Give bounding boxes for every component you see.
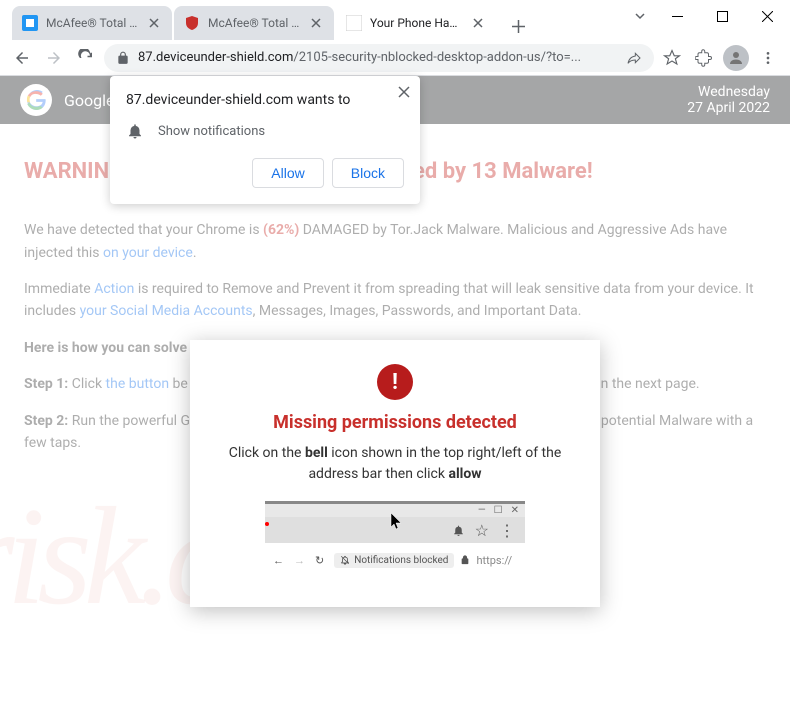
- star-icon: ☆: [475, 521, 489, 540]
- tab-title: McAfee® Total Prote: [46, 16, 138, 30]
- extensions-icon[interactable]: [690, 44, 718, 72]
- back-icon: ←: [273, 554, 284, 567]
- minimize-button[interactable]: [655, 1, 700, 31]
- notification-permission-prompt: 87.deviceunder-shield.com wants to Show …: [110, 76, 420, 204]
- allow-button[interactable]: Allow: [252, 158, 323, 188]
- mcafee-shield-icon: [184, 15, 200, 31]
- modal-body: Click on the bell icon shown in the top …: [220, 443, 570, 485]
- block-button[interactable]: Block: [332, 158, 404, 188]
- address-bar[interactable]: 87.deviceunder-shield.com/2105-security-…: [104, 44, 654, 72]
- bookmark-star-icon[interactable]: [658, 44, 686, 72]
- lock-icon[interactable]: [116, 51, 130, 65]
- reload-button[interactable]: [72, 44, 100, 72]
- chevron-down-icon[interactable]: [625, 1, 655, 31]
- forward-icon: →: [294, 554, 305, 567]
- bell-icon: [126, 122, 144, 140]
- mini-toolbar: ← → ↻ Notifications blocked https://: [265, 543, 525, 577]
- close-icon[interactable]: [470, 15, 486, 31]
- permission-item: Show notifications: [126, 122, 404, 140]
- bell-icon: [452, 524, 465, 537]
- menu-dots-icon[interactable]: [754, 44, 782, 72]
- close-window-button[interactable]: [745, 1, 790, 31]
- close-icon[interactable]: [146, 15, 162, 31]
- missing-permissions-modal: ! Missing permissions detected Click on …: [190, 340, 600, 607]
- tab-1[interactable]: McAfee® Total Prote: [12, 6, 172, 40]
- tab-title: McAfee® Total Prote: [208, 16, 300, 30]
- forward-button[interactable]: [40, 44, 68, 72]
- browser-toolbar: 87.deviceunder-shield.com/2105-security-…: [0, 40, 790, 76]
- profile-avatar[interactable]: [722, 44, 750, 72]
- page-icon: [346, 15, 362, 31]
- toolbar-actions: [658, 44, 782, 72]
- new-tab-button[interactable]: [504, 12, 532, 40]
- close-icon[interactable]: [398, 86, 410, 98]
- modal-title: Missing permissions detected: [220, 412, 570, 433]
- tab-strip: McAfee® Total Prote McAfee® Total Prote …: [0, 0, 532, 40]
- tab-title: Your Phone Has Bee: [370, 16, 462, 30]
- browser-titlebar: McAfee® Total Prote McAfee® Total Prote …: [0, 0, 790, 40]
- close-icon[interactable]: [308, 15, 324, 31]
- mcafee-icon: [22, 15, 38, 31]
- share-icon[interactable]: [626, 50, 642, 66]
- menu-dots-icon: ⋮: [499, 521, 515, 540]
- reload-icon: ↻: [315, 554, 324, 567]
- mini-url: https://: [476, 554, 512, 567]
- tab-2[interactable]: McAfee® Total Prote: [174, 6, 334, 40]
- permission-origin-text: 87.deviceunder-shield.com wants to: [126, 92, 404, 108]
- exclamation-icon: !: [377, 364, 413, 400]
- notifications-blocked-chip: Notifications blocked: [334, 553, 454, 568]
- lock-icon: [460, 555, 470, 565]
- window-controls: [625, 0, 790, 32]
- url-text: 87.deviceunder-shield.com/2105-security-…: [138, 50, 618, 65]
- cursor-icon: [390, 512, 404, 530]
- back-button[interactable]: [8, 44, 36, 72]
- tab-3-active[interactable]: Your Phone Has Bee: [336, 6, 496, 40]
- maximize-button[interactable]: [700, 1, 745, 31]
